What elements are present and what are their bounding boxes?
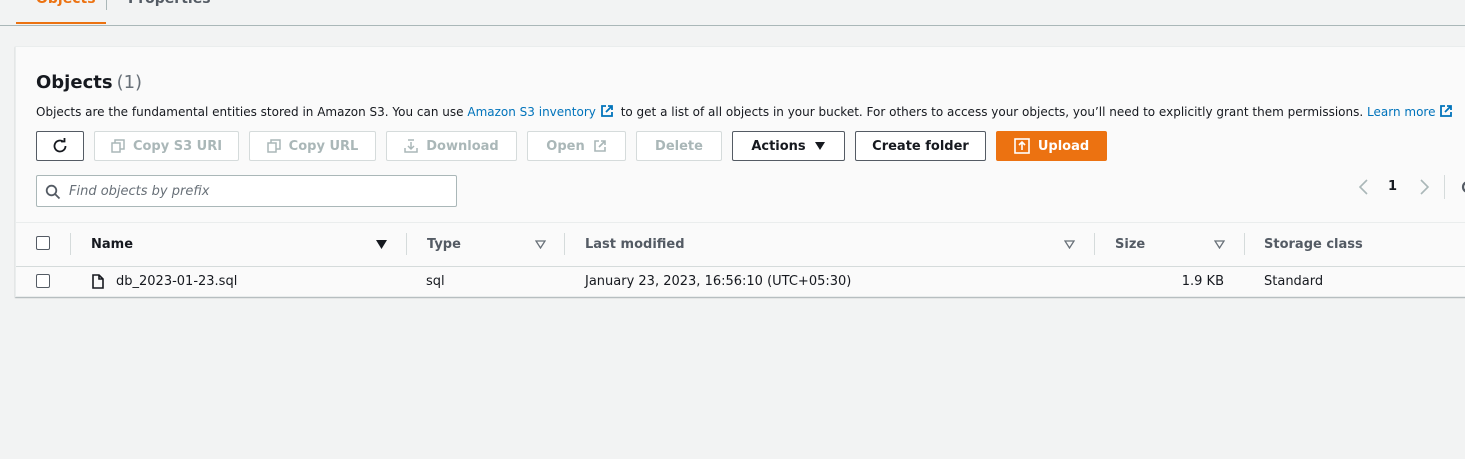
chevron-right-icon[interactable] — [1418, 179, 1430, 195]
gear-icon[interactable] — [1460, 179, 1465, 195]
copy-icon — [111, 139, 125, 153]
inventory-link[interactable]: Amazon S3 inventory — [467, 105, 596, 119]
search-input[interactable] — [69, 181, 449, 201]
copy-url-button[interactable]: Copy URL — [249, 131, 376, 161]
select-all-checkbox[interactable] — [36, 236, 50, 250]
column-divider — [1244, 233, 1245, 255]
pagination-divider — [1444, 175, 1445, 199]
open-button[interactable]: Open — [527, 131, 626, 161]
chevron-left-icon[interactable] — [1358, 179, 1370, 195]
copy-s3-uri-label: Copy S3 URI — [132, 138, 223, 154]
refresh-button[interactable] — [36, 131, 84, 161]
column-divider — [1094, 233, 1095, 255]
tab-bar: Objects Properties — [0, 0, 1465, 26]
download-icon — [404, 139, 419, 153]
tab-divider — [106, 0, 107, 10]
objects-count: (1) — [116, 72, 143, 93]
caret-down-icon — [814, 142, 825, 150]
object-storage-class: Standard — [1264, 274, 1324, 289]
search-box — [36, 175, 457, 207]
column-type[interactable]: Type — [427, 237, 461, 252]
description-prefix: Objects are the fundamental entities sto… — [36, 105, 464, 119]
refresh-icon — [53, 138, 67, 153]
sort-icon[interactable] — [1214, 240, 1225, 249]
copy-s3-uri-button[interactable]: Copy S3 URI — [94, 131, 239, 161]
external-link-icon[interactable] — [600, 104, 614, 118]
column-name[interactable]: Name — [91, 237, 133, 252]
learn-more-link[interactable]: Learn more — [1367, 105, 1435, 119]
table-header: Name Type Last modified Size Storage cla… — [16, 223, 1465, 266]
objects-header: Objects (1) — [36, 72, 142, 93]
create-folder-button[interactable]: Create folder — [855, 131, 986, 161]
objects-title: Objects — [36, 72, 113, 93]
delete-button[interactable]: Delete — [636, 131, 722, 161]
create-folder-label: Create folder — [872, 138, 969, 154]
actions-label: Actions — [751, 138, 806, 154]
column-divider — [70, 233, 71, 255]
column-last-modified[interactable]: Last modified — [585, 237, 685, 252]
copy-url-label: Copy URL — [288, 138, 359, 154]
search-icon — [45, 184, 61, 200]
objects-panel: Objects (1) Objects are the fundamental e… — [15, 46, 1465, 297]
object-size: 1.9 KB — [1181, 274, 1224, 289]
sort-icon[interactable] — [535, 240, 546, 249]
actions-dropdown[interactable]: Actions — [732, 131, 845, 161]
delete-label: Delete — [655, 138, 703, 154]
tab-objects[interactable]: Objects — [16, 0, 106, 24]
external-link-icon — [593, 140, 606, 152]
object-type: sql — [426, 274, 445, 289]
upload-button[interactable]: Upload — [996, 131, 1107, 161]
column-storage-class[interactable]: Storage class — [1264, 237, 1363, 252]
object-name-link[interactable]: db_2023-01-23.sql — [116, 274, 237, 289]
tab-properties[interactable]: Properties — [108, 0, 231, 24]
external-link-icon[interactable] — [1439, 104, 1453, 118]
description-suffix: to get a list of all objects in your buc… — [620, 105, 1364, 119]
page-number[interactable]: 1 — [1388, 179, 1397, 194]
download-button[interactable]: Download — [386, 131, 517, 161]
objects-description: Objects are the fundamental entities sto… — [36, 104, 1456, 119]
column-size[interactable]: Size — [1115, 237, 1145, 252]
copy-icon — [266, 139, 281, 153]
column-divider — [564, 233, 565, 255]
file-icon — [92, 274, 104, 289]
open-label: Open — [546, 138, 585, 154]
table-row: db_2023-01-23.sql sql January 23, 2023, … — [16, 267, 1465, 297]
row-checkbox[interactable] — [36, 274, 50, 288]
download-label: Download — [426, 138, 499, 154]
upload-label: Upload — [1037, 138, 1090, 154]
upload-icon — [1014, 138, 1030, 154]
sort-icon[interactable] — [1064, 240, 1075, 249]
object-last-modified: January 23, 2023, 16:56:10 (UTC+05:30) — [585, 274, 852, 289]
column-divider — [406, 233, 407, 255]
sort-descending-icon[interactable] — [376, 240, 387, 249]
